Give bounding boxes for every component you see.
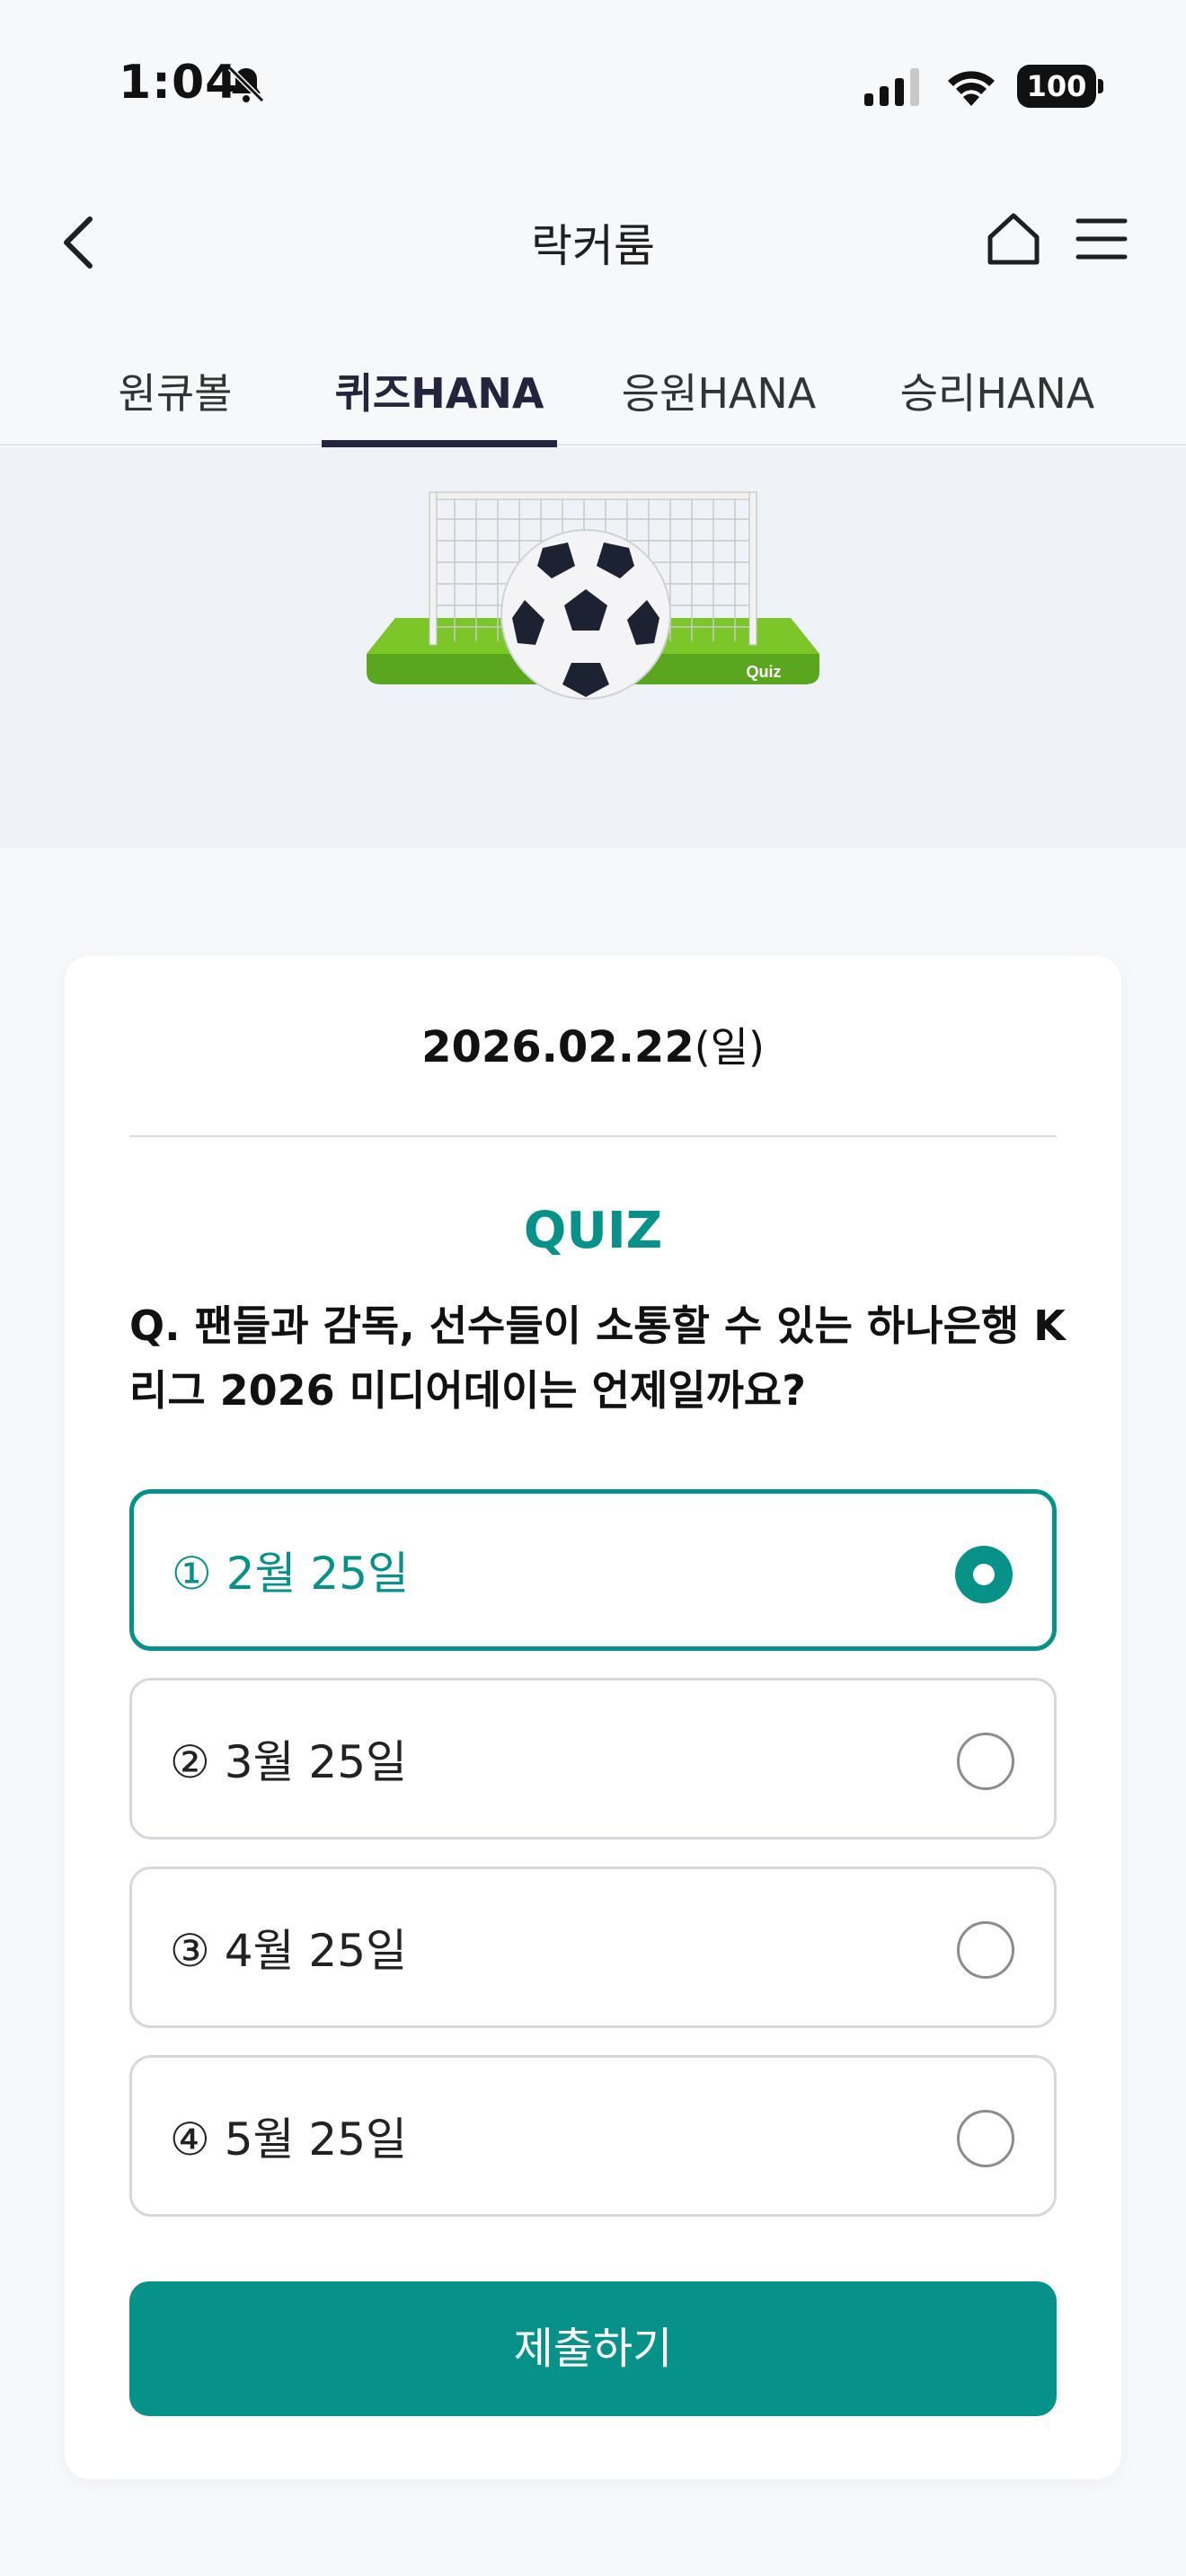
- home-icon[interactable]: [981, 207, 1046, 271]
- tab-cheer-hana[interactable]: 응원HANA: [611, 361, 827, 446]
- battery-level: 100: [1017, 65, 1096, 108]
- submit-button[interactable]: 제출하기: [129, 2281, 1057, 2416]
- bell-off-icon: [227, 66, 265, 103]
- menu-icon[interactable]: [1069, 207, 1134, 271]
- quiz-option-2[interactable]: ② 3월 25일: [129, 1678, 1057, 1839]
- quiz-option-label: ① 2월 25일: [172, 1548, 410, 1600]
- quiz-date: 2026.02.22(일): [65, 1015, 1121, 1074]
- quiz-option-label: ③ 4월 25일: [170, 1925, 408, 1977]
- quiz-banner: Quiz: [0, 447, 1186, 848]
- quiz-date-day: (일): [694, 1023, 765, 1072]
- wifi-icon: [948, 71, 995, 106]
- radio-unchecked-icon[interactable]: [957, 2110, 1014, 2167]
- divider: [129, 1135, 1057, 1137]
- quiz-option-4[interactable]: ④ 5월 25일: [129, 2055, 1057, 2217]
- banner-quiz-label: Quiz: [747, 663, 782, 681]
- status-bar: 1:04 100: [0, 0, 1186, 171]
- radio-unchecked-icon[interactable]: [957, 1921, 1014, 1979]
- quiz-date-value: 2026.02.22: [421, 1022, 695, 1072]
- signal-icon: [864, 68, 919, 106]
- quiz-heading: QUIZ: [523, 1202, 663, 1260]
- battery-indicator: 100: [1017, 65, 1103, 108]
- quiz-card: 2026.02.22(일) QUIZ Q. 팬들과 감독, 선수들이 소통할 수…: [65, 956, 1121, 2479]
- quiz-option-label: ② 3월 25일: [170, 1736, 408, 1788]
- radio-checked-icon[interactable]: [955, 1546, 1013, 1603]
- quiz-option-1[interactable]: ① 2월 25일: [129, 1489, 1057, 1651]
- app-header: 락커룸: [0, 171, 1186, 314]
- tab-bar: 원큐볼 퀴즈HANA 응원HANA 승리HANA: [0, 350, 1186, 447]
- tab-quiz-hana[interactable]: 퀴즈HANA: [322, 361, 557, 447]
- tab-onecueball[interactable]: 원큐볼: [90, 361, 261, 446]
- quiz-question: Q. 팬들과 감독, 선수들이 소통할 수 있는 하나은행 K리그 2026 미…: [129, 1301, 1066, 1415]
- radio-unchecked-icon[interactable]: [957, 1733, 1014, 1790]
- tab-victory-hana[interactable]: 승리HANA: [890, 361, 1105, 446]
- status-time: 1:04: [119, 56, 239, 110]
- quiz-option-3[interactable]: ③ 4월 25일: [129, 1866, 1057, 2028]
- quiz-option-label: ④ 5월 25일: [170, 2113, 408, 2166]
- soccer-goal-illustration: Quiz: [367, 491, 819, 700]
